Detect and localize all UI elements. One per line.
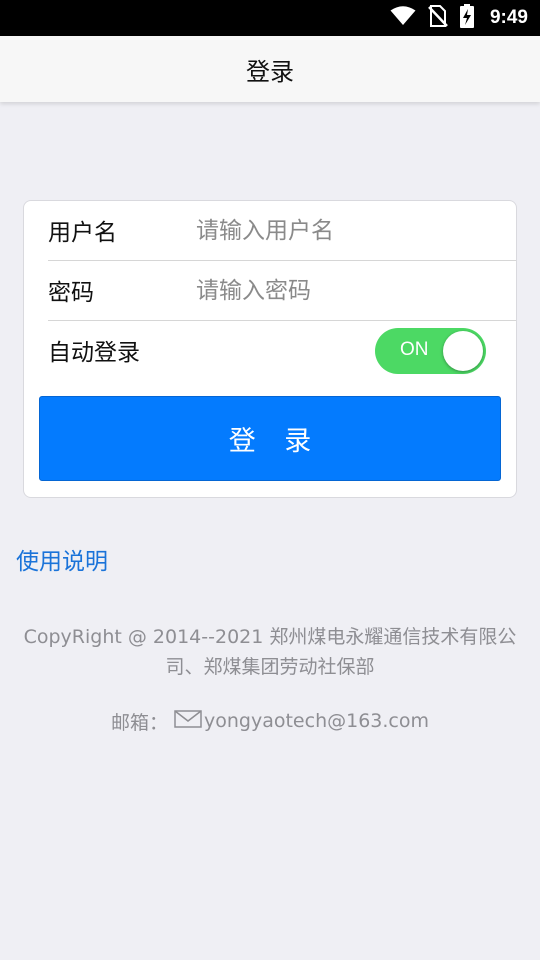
status-time: 9:49 — [489, 7, 528, 28]
email-label: 邮箱： — [110, 711, 168, 734]
auto-login-toggle[interactable]: ON — [375, 328, 486, 374]
wifi-icon — [390, 6, 416, 30]
help-link[interactable]: 使用说明 — [16, 542, 108, 576]
login-button[interactable]: 登 录 — [39, 396, 501, 481]
no-sim-icon — [428, 5, 448, 31]
contact-email: 邮箱： yongyaotech@163.com — [0, 706, 540, 736]
username-label: 用户名 — [48, 220, 117, 246]
password-label: 密码 — [48, 280, 94, 306]
email-address[interactable]: yongyaotech@163.com — [204, 710, 429, 732]
page-title: 登录 — [246, 57, 294, 86]
username-input[interactable] — [196, 211, 496, 251]
status-bar: 9:49 — [0, 0, 540, 36]
auto-login-label: 自动登录 — [48, 340, 140, 366]
copyright-text: CopyRight @ 2014--2021 郑州煤电永耀通信技术有限公司、郑煤… — [23, 626, 517, 678]
toggle-knob — [443, 331, 483, 371]
login-form: 用户名 密码 自动登录 ON 登 录 — [23, 200, 517, 498]
header-bar: 登录 — [0, 36, 540, 102]
auto-login-row: 自动登录 ON — [24, 321, 516, 381]
status-icons: 9:49 — [390, 0, 528, 36]
password-row: 密码 — [24, 261, 516, 321]
toggle-state-text: ON — [400, 339, 429, 360]
mail-icon — [174, 709, 202, 733]
password-input[interactable] — [196, 271, 496, 311]
username-row: 用户名 — [24, 201, 516, 261]
battery-charging-icon — [459, 4, 474, 32]
